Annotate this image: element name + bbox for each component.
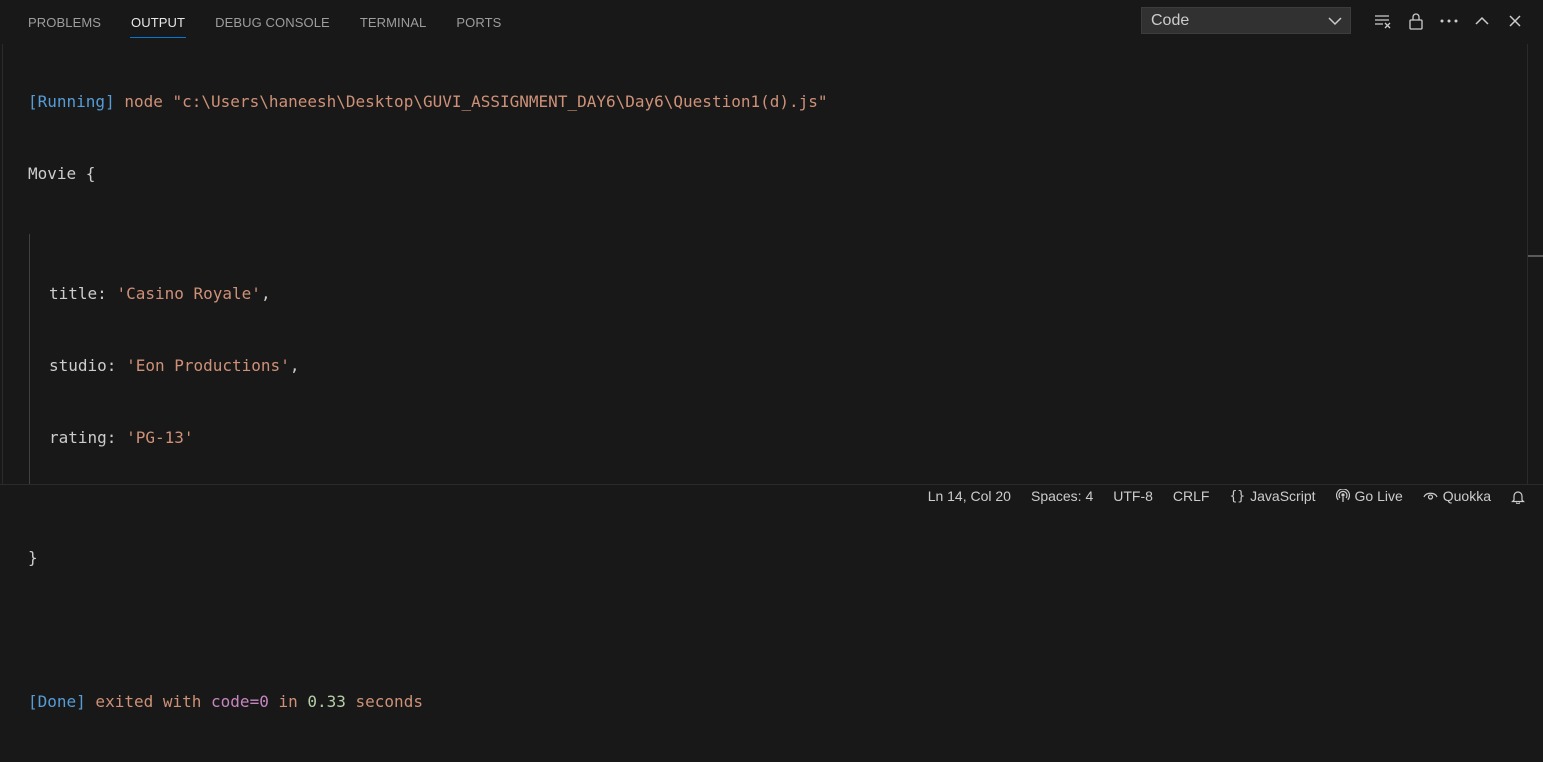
quokka-label: Quokka bbox=[1442, 488, 1491, 504]
status-bar: Ln 14, Col 20 Spaces: 4 UTF-8 CRLF {} Ja… bbox=[0, 484, 1543, 507]
done-exited: exited with bbox=[85, 692, 212, 711]
tab-terminal[interactable]: TERMINAL bbox=[345, 0, 442, 44]
clear-output-icon[interactable] bbox=[1372, 9, 1394, 33]
field-suffix: , bbox=[289, 356, 300, 375]
output-line-object-open: Movie { bbox=[28, 164, 96, 183]
encoding-label: UTF-8 bbox=[1113, 488, 1153, 504]
lock-icon[interactable] bbox=[1405, 9, 1427, 33]
field-key: title: bbox=[49, 284, 117, 303]
indentation-label: Spaces: 4 bbox=[1030, 488, 1094, 504]
bell-icon bbox=[1511, 490, 1525, 504]
status-cursor-position[interactable]: Ln 14, Col 20 bbox=[918, 485, 1021, 507]
output-line-object-close: } bbox=[28, 548, 38, 567]
done-tag: [Done] bbox=[28, 692, 86, 711]
object-fields: title: 'Casino Royale', studio: 'Eon Pro… bbox=[29, 234, 1503, 498]
object-field: title: 'Casino Royale', bbox=[49, 282, 1503, 306]
status-indentation[interactable]: Spaces: 4 bbox=[1021, 485, 1103, 507]
field-key: rating: bbox=[49, 428, 127, 447]
running-command: node "c:\Users\haneesh\Desktop\GUVI_ASSI… bbox=[114, 92, 828, 111]
tab-problems[interactable]: PROBLEMS bbox=[13, 0, 116, 44]
panel-left-border bbox=[2, 44, 3, 484]
status-eol[interactable]: CRLF bbox=[1163, 485, 1220, 507]
running-tag: [Running] bbox=[28, 92, 115, 111]
more-actions-icon[interactable] bbox=[1438, 9, 1460, 33]
eye-icon bbox=[1423, 492, 1438, 500]
scrollbar-position-marker bbox=[1528, 255, 1543, 257]
output-text[interactable]: [Running] node "c:\Users\haneesh\Desktop… bbox=[28, 42, 1503, 762]
object-field: studio: 'Eon Productions', bbox=[49, 354, 1503, 378]
output-line-running: [Running] node "c:\Users\haneesh\Desktop… bbox=[28, 90, 1503, 114]
done-seconds: seconds bbox=[345, 692, 423, 711]
field-suffix: , bbox=[260, 284, 271, 303]
braces-icon: {} bbox=[1229, 488, 1246, 504]
close-panel-icon[interactable] bbox=[1504, 9, 1526, 33]
broadcast-icon bbox=[1335, 489, 1350, 502]
tab-output[interactable]: OUTPUT bbox=[116, 0, 200, 44]
field-key: studio: bbox=[49, 356, 127, 375]
output-channel-select[interactable]: Code bbox=[1141, 7, 1351, 34]
field-value: 'PG-13' bbox=[126, 428, 194, 447]
go-live-label: Go Live bbox=[1354, 488, 1403, 504]
field-value: 'Eon Productions' bbox=[126, 356, 290, 375]
language-label: JavaScript bbox=[1250, 488, 1316, 504]
eol-label: CRLF bbox=[1172, 488, 1210, 504]
tab-debug-console[interactable]: DEBUG CONSOLE bbox=[200, 0, 345, 44]
status-quokka[interactable]: Quokka bbox=[1413, 485, 1501, 507]
output-panel: PROBLEMS OUTPUT DEBUG CONSOLE TERMINAL P… bbox=[0, 0, 1543, 711]
status-language[interactable]: {} JavaScript bbox=[1219, 485, 1325, 507]
done-in: in bbox=[268, 692, 308, 711]
output-line-done: [Done] exited with code=0 in 0.33 second… bbox=[28, 690, 1503, 714]
panel-tabs: PROBLEMS OUTPUT DEBUG CONSOLE TERMINAL P… bbox=[13, 0, 516, 44]
object-field: rating: 'PG-13' bbox=[49, 426, 1503, 450]
status-encoding[interactable]: UTF-8 bbox=[1103, 485, 1163, 507]
tab-ports[interactable]: PORTS bbox=[441, 0, 516, 44]
field-value: 'Casino Royale' bbox=[116, 284, 261, 303]
cursor-position-label: Ln 14, Col 20 bbox=[927, 488, 1011, 504]
vertical-scrollbar[interactable] bbox=[1527, 44, 1543, 484]
done-code: code=0 bbox=[211, 692, 269, 711]
status-notifications[interactable] bbox=[1501, 485, 1543, 507]
panel-actions bbox=[1372, 9, 1537, 33]
status-go-live[interactable]: Go Live bbox=[1326, 485, 1413, 507]
maximize-panel-icon[interactable] bbox=[1471, 9, 1493, 33]
chevron-down-icon bbox=[1328, 17, 1342, 26]
output-channel-value: Code bbox=[1151, 11, 1190, 29]
output-line-blank bbox=[28, 618, 1503, 642]
done-time: 0.33 bbox=[307, 692, 346, 711]
